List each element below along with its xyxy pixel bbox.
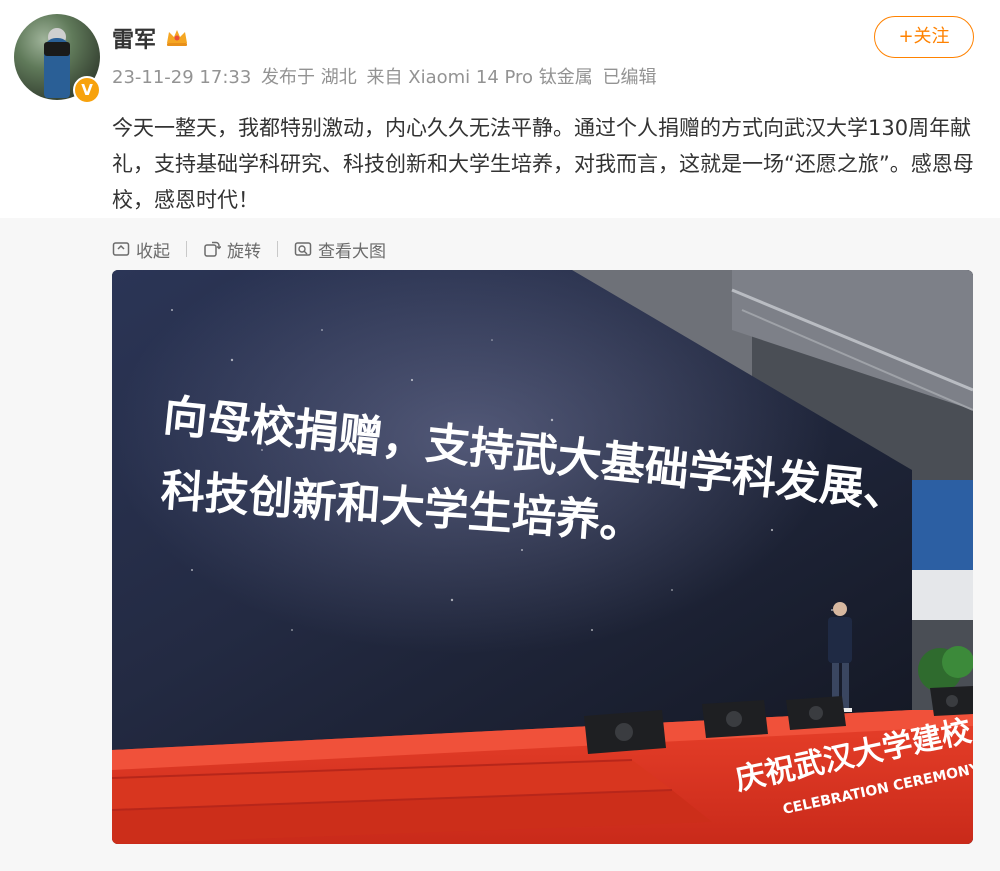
post-source: 来自 Xiaomi 14 Pro 钛金属 [366, 67, 593, 88]
toolbar-divider [277, 241, 278, 257]
camera-icon [44, 42, 70, 56]
post-photo[interactable]: 向母校捐赠，支持武大基础学科发展、 科技创新和大学生培养。 庆祝武汉大学建校 C… [112, 270, 973, 844]
media-toolbar: 收起 旋转 查看大图 [112, 236, 386, 262]
crown-icon [167, 30, 187, 46]
toolbar-divider [186, 241, 187, 257]
collapse-button[interactable]: 收起 [112, 237, 170, 262]
post-header: V 雷军 23-11-29 17:33 发布于 湖北 来自 Xiaomi 14 … [0, 0, 1000, 110]
edited-label[interactable]: 已编辑 [603, 67, 657, 88]
post-location: 发布于 湖北 [261, 67, 357, 88]
post-meta: 23-11-29 17:33 发布于 湖北 来自 Xiaomi 14 Pro 钛… [112, 63, 661, 89]
view-large-icon [294, 242, 312, 256]
rotate-label: 旋转 [227, 241, 261, 262]
rotate-icon [204, 241, 221, 257]
follow-button[interactable]: +关注 [874, 16, 974, 58]
username[interactable]: 雷军 [112, 22, 156, 54]
collapse-icon [112, 242, 130, 256]
photo-scene: 向母校捐赠，支持武大基础学科发展、 科技创新和大学生培养。 庆祝武汉大学建校 C… [112, 270, 973, 844]
verified-badge: V [73, 76, 101, 104]
collapse-label: 收起 [136, 241, 170, 262]
view-large-label: 查看大图 [318, 241, 386, 262]
post-time[interactable]: 23-11-29 17:33 [112, 67, 251, 88]
rotate-button[interactable]: 旋转 [203, 237, 261, 262]
post-text: 今天一整天，我都特别激动，内心久久无法平静。通过个人捐赠的方式向武汉大学130周… [112, 116, 974, 212]
view-large-button[interactable]: 查看大图 [294, 237, 386, 262]
